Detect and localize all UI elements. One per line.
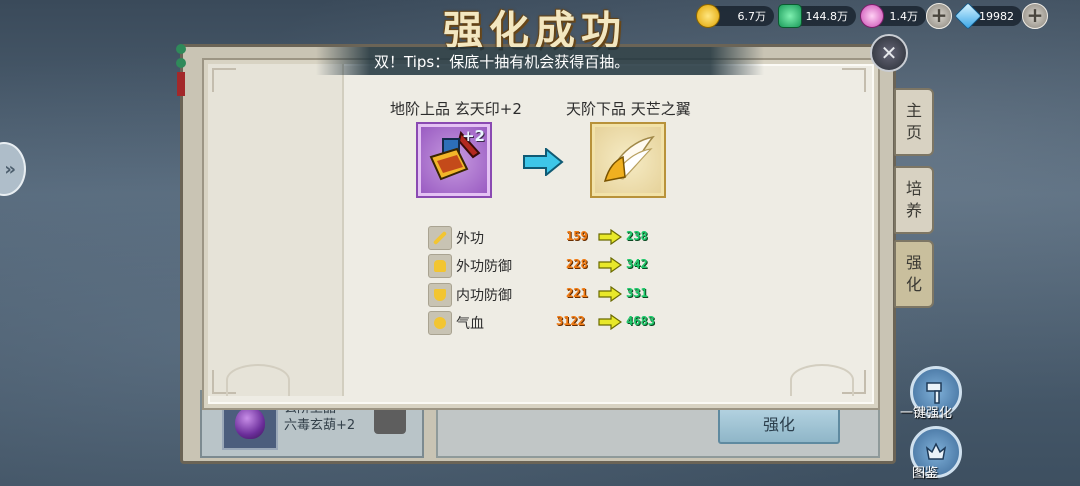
wing-icon xyxy=(603,135,655,182)
jade-value: 144.8万 xyxy=(805,10,849,23)
stat-new-value: 331 xyxy=(626,286,648,300)
chevron-left-icon: » xyxy=(4,158,16,180)
source-item-slot[interactable]: +2 xyxy=(418,124,490,196)
pink-gem-icon xyxy=(860,4,884,28)
stat-old-value: 3122 xyxy=(556,314,585,328)
stat-old-value: 159 xyxy=(566,229,588,243)
corner-ornament xyxy=(842,68,866,92)
sword-icon xyxy=(428,226,452,250)
heart-shield-icon xyxy=(428,311,452,335)
stat-new-value: 238 xyxy=(626,229,648,243)
one-click-enhance-label: 一键强化 xyxy=(900,406,953,421)
tassel-decoration xyxy=(176,44,186,100)
plus-icon: + xyxy=(930,3,948,27)
source-item-name: 地阶上品 玄天印+2 xyxy=(390,100,522,118)
pink-gem-value: 1.4万 xyxy=(889,10,919,23)
corner-ornament xyxy=(212,68,236,92)
increase-arrow-icon xyxy=(598,314,622,330)
stat-row: 内功防御 221 331 xyxy=(428,283,688,307)
tab-cultivate-label-2: 养 xyxy=(905,201,922,220)
armor-icon xyxy=(428,254,452,278)
stat-label: 外功 xyxy=(456,231,484,247)
stat-row: 外功 159 238 xyxy=(428,226,688,250)
stat-row: 外功防御 228 342 xyxy=(428,254,688,278)
tab-home-label-2: 页 xyxy=(905,123,922,142)
enhance-button[interactable]: 强化 xyxy=(718,402,840,444)
dialog-left-decoration xyxy=(208,64,344,396)
stat-new-value: 4683 xyxy=(626,314,655,328)
tab-enhance-label-1: 强 xyxy=(905,253,922,272)
upgrade-arrow-icon xyxy=(523,148,564,176)
tips-banner: 双！Tips：保底十抽有机会获得百抽。 xyxy=(316,47,764,75)
tips-text: 双！Tips：保底十抽有机会获得百抽。 xyxy=(374,52,630,71)
background-item-name: 六毒玄葫+2 xyxy=(284,418,356,433)
close-icon: ✕ xyxy=(880,41,898,65)
add-diamond-button[interactable]: + xyxy=(1022,3,1048,29)
plus-icon: + xyxy=(1026,3,1044,27)
stat-label: 内功防御 xyxy=(456,288,512,304)
increase-arrow-icon xyxy=(598,229,622,245)
stat-label: 外功防御 xyxy=(456,259,512,275)
tab-cultivate[interactable]: 培 养 xyxy=(894,166,934,234)
codex-label: 图鉴 xyxy=(912,466,939,481)
increase-arrow-icon xyxy=(598,257,622,273)
gourd-icon xyxy=(235,407,265,439)
stat-new-value: 342 xyxy=(626,257,648,271)
crown-icon xyxy=(925,442,947,460)
add-pink-gem-button[interactable]: + xyxy=(926,3,952,29)
gold-coin-icon xyxy=(696,4,720,28)
stat-old-value: 228 xyxy=(566,257,588,271)
tab-home-label-1: 主 xyxy=(905,101,922,120)
gold-coin-value: 6.7万 xyxy=(737,10,767,23)
tab-cultivate-label-1: 培 xyxy=(905,179,922,198)
close-button[interactable]: ✕ xyxy=(870,34,908,72)
enhance-level-badge: +2 xyxy=(461,127,485,145)
lotus-decoration xyxy=(790,364,854,396)
stat-row: 气血 3122 4683 xyxy=(428,311,688,335)
tab-enhance-label-2: 化 xyxy=(905,275,922,294)
result-item-slot[interactable] xyxy=(592,124,664,196)
jade-icon xyxy=(778,4,802,28)
stat-old-value: 221 xyxy=(566,286,588,300)
stat-label: 气血 xyxy=(456,316,484,332)
diamond-value: 19982 xyxy=(979,9,1014,23)
increase-arrow-icon xyxy=(598,286,622,302)
result-item-name: 天阶下品 天芒之翼 xyxy=(566,100,691,118)
shield-icon xyxy=(428,283,452,307)
tab-home[interactable]: 主 页 xyxy=(894,88,934,156)
lotus-decoration xyxy=(226,364,290,396)
dialog-title: 强化成功 xyxy=(443,7,627,54)
tab-enhance[interactable]: 强 化 xyxy=(894,240,934,308)
